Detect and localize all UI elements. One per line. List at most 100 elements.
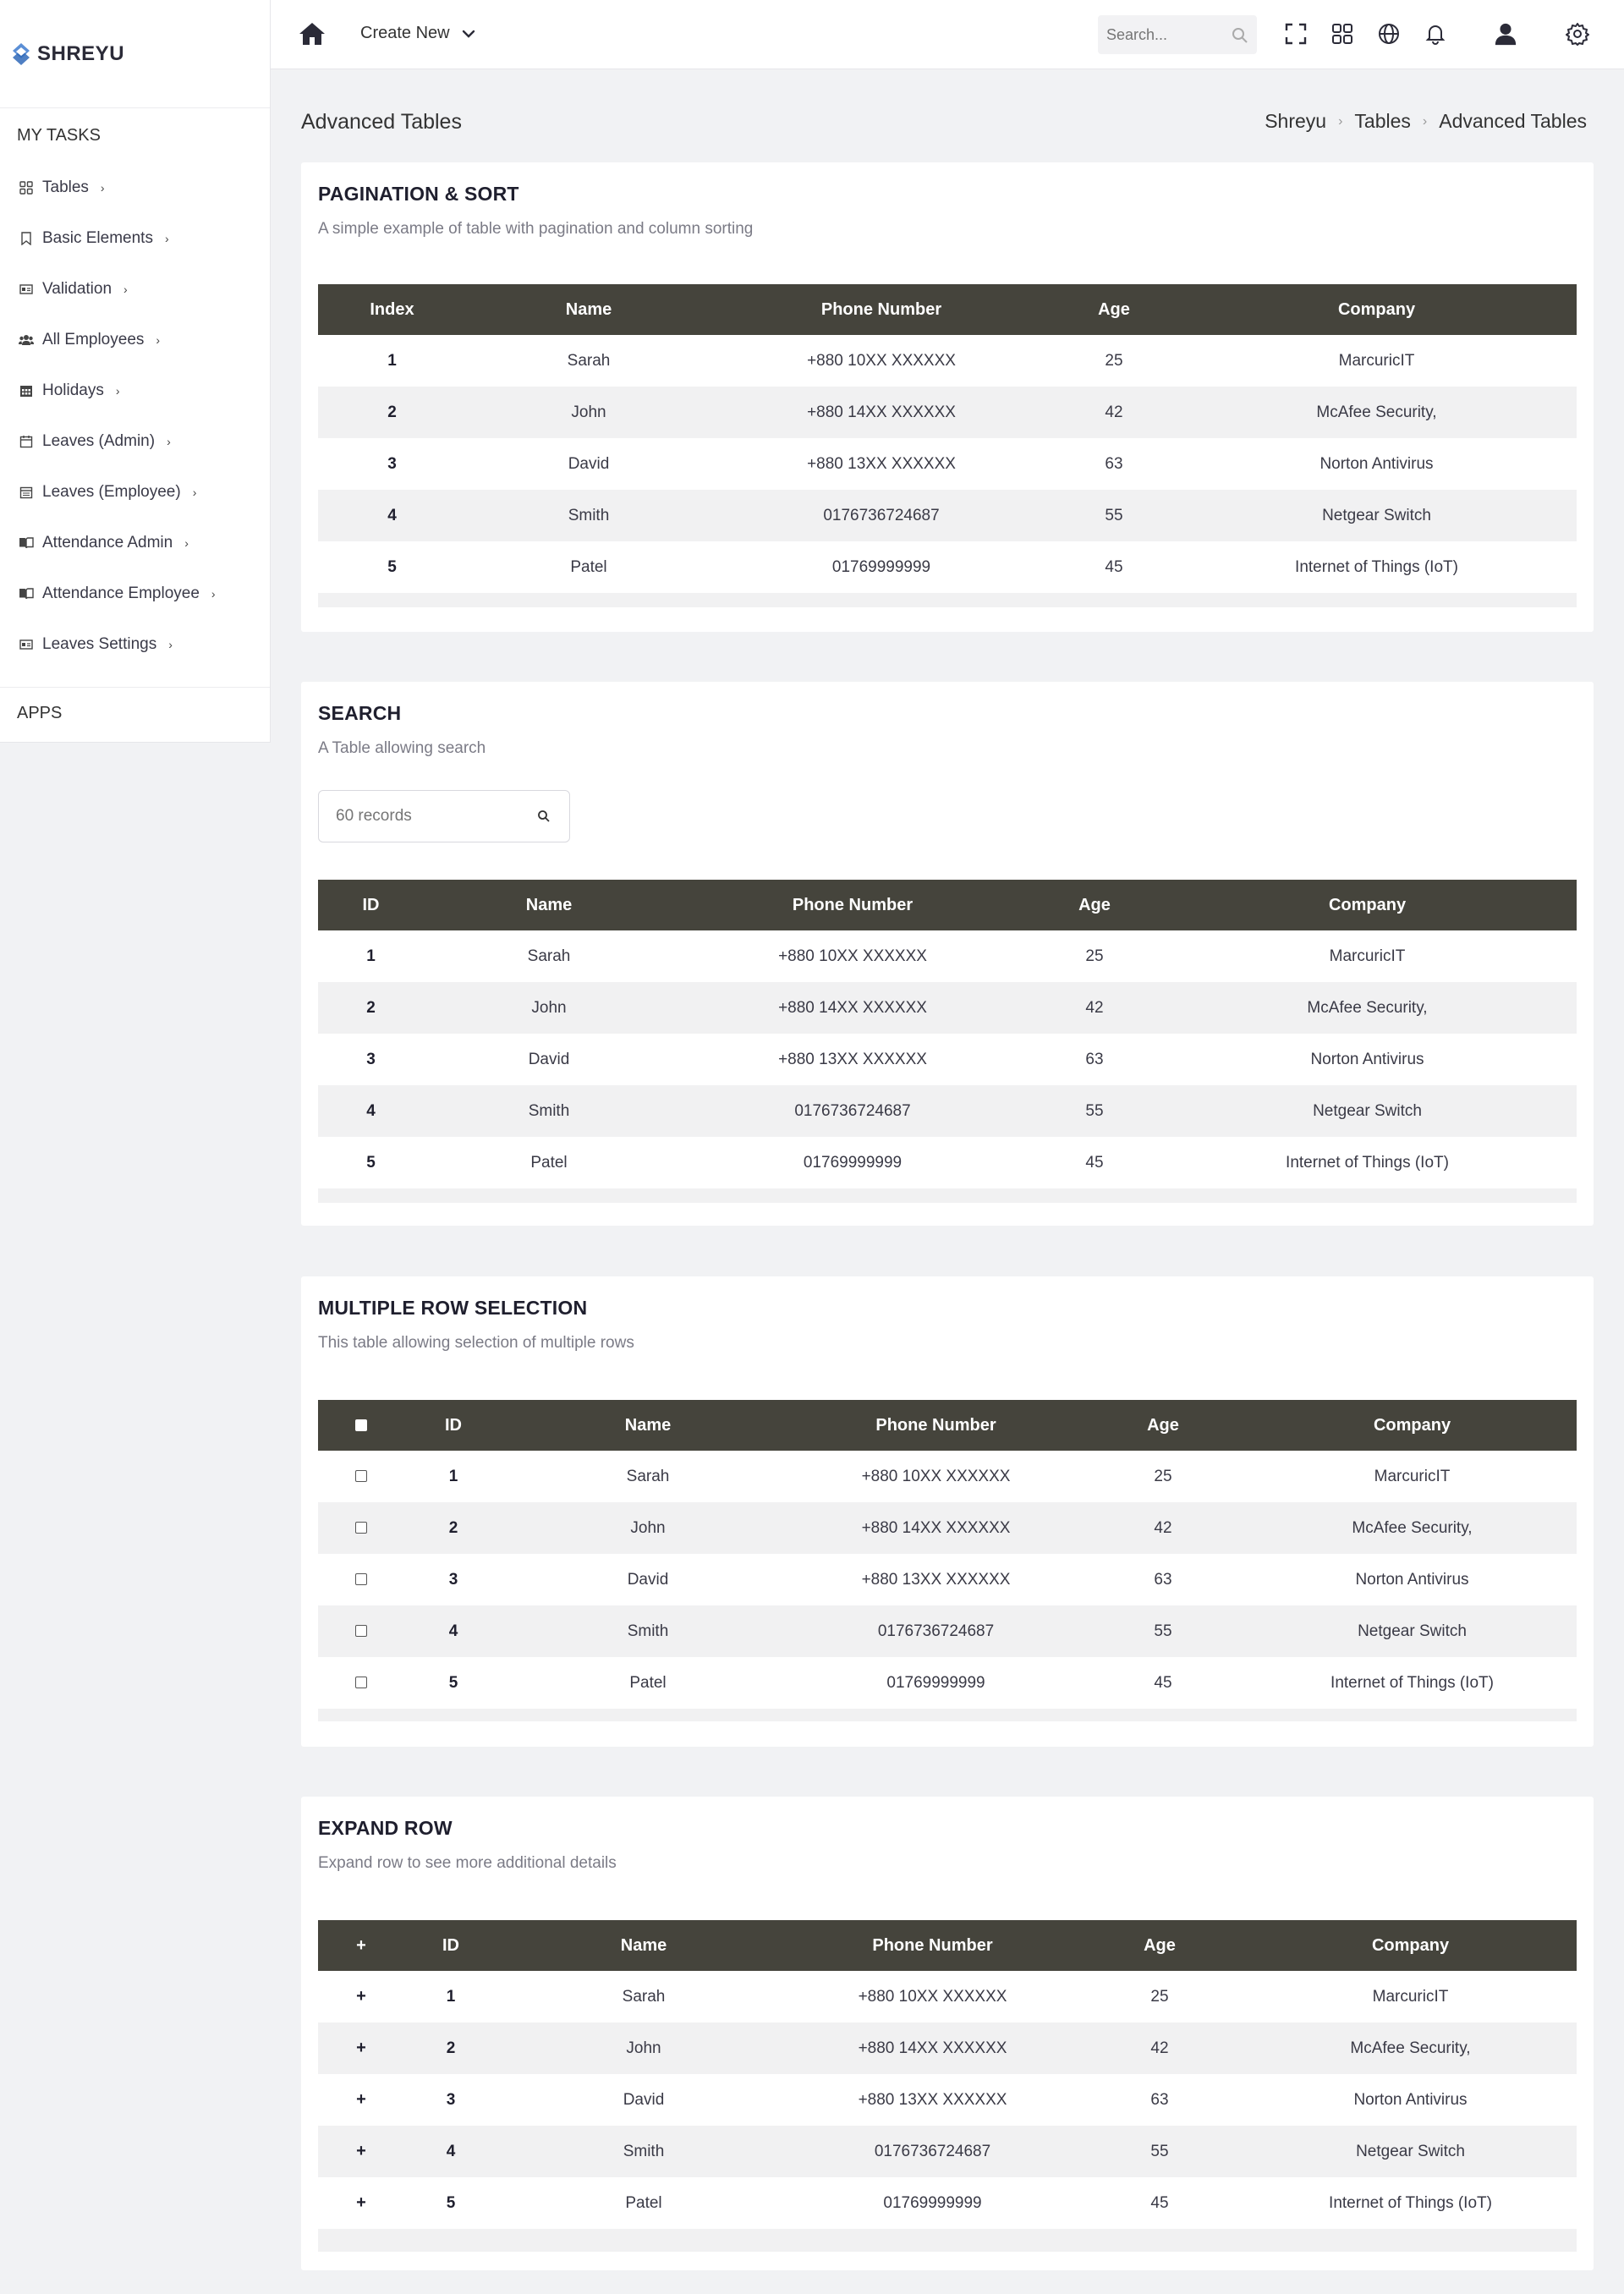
column-header-id[interactable]: ID — [404, 1400, 502, 1451]
table-header-row: ID Name Phone Number Age Company — [318, 1400, 1577, 1451]
column-header-index[interactable]: Index — [318, 284, 466, 335]
table-row[interactable]: 2 John +880 14XX XXXXXX 42 McAfee Security, — [318, 982, 1577, 1034]
table-row[interactable]: 4 Smith 0176736724687 55 Netgear Switch — [318, 1085, 1577, 1137]
table-row[interactable]: 3 David +880 13XX XXXXXX 63 Norton Antivirus — [318, 1034, 1577, 1085]
user-icon[interactable] — [1494, 22, 1517, 46]
breadcrumb-item-tables[interactable]: Tables — [1354, 110, 1410, 133]
search-table-wrap: ID Name Phone Number Age Company 1 Sarah +… — [318, 880, 1577, 1203]
table-row[interactable]: 5 Patel 01769999999 45 Internet of Things (I… — [318, 1137, 1577, 1188]
row-checkbox[interactable] — [355, 1625, 367, 1638]
table-row[interactable]: 3 David +880 13XX XXXXXX 63 Norton Antivirus — [318, 1554, 1577, 1605]
row-expand-toggle[interactable]: + — [356, 2193, 366, 2212]
table-row[interactable]: 5 Patel 01769999999 45 Internet of Things (I… — [318, 1657, 1577, 1709]
table-row[interactable]: 1 Sarah +880 10XX XXXXXX 25 MarcuricIT — [318, 1451, 1577, 1502]
table-row[interactable] — [318, 593, 1577, 607]
table-row[interactable]: 3 David +880 13XX XXXXXX 63 Norton Antivirus — [318, 438, 1577, 490]
fullscreen-icon[interactable] — [1284, 22, 1308, 46]
sidebar-item-leaves-settings[interactable]: Leaves Settings › — [0, 619, 270, 670]
cell-age: 25 — [1150, 1987, 1169, 2006]
table-row[interactable]: 4 Smith 0176736724687 55 Netgear Switch — [318, 1605, 1577, 1657]
expand-all-toggle[interactable]: + — [356, 1936, 366, 1955]
search-icon[interactable] — [537, 809, 551, 823]
select-all-checkbox[interactable] — [355, 1419, 367, 1432]
table-search-input[interactable] — [336, 807, 522, 826]
topbar-search[interactable] — [1098, 15, 1257, 54]
cell-name: Patel — [625, 2193, 662, 2212]
home-icon[interactable] — [298, 20, 326, 47]
column-header-name[interactable]: Name — [497, 1920, 790, 1971]
table-row[interactable]: 1 Sarah +880 10XX XXXXXX 25 MarcuricIT — [318, 930, 1577, 982]
apps-grid-icon[interactable] — [1330, 22, 1354, 46]
column-header-age[interactable]: Age — [1031, 880, 1158, 930]
column-header-company[interactable]: Company — [1248, 1400, 1577, 1451]
expand-table-wrap: + ID Name Phone Number Age Company +1 Sar… — [318, 1920, 1577, 2252]
table-row[interactable]: +2 John +880 14XX XXXXXX 42 McAfee Security, — [318, 2022, 1577, 2074]
table-row[interactable]: 2 John +880 14XX XXXXXX 42 McAfee Security, — [318, 387, 1577, 438]
sidebar-item-leaves-employee[interactable]: Leaves (Employee) › — [0, 467, 270, 518]
column-header-age[interactable]: Age — [1078, 1400, 1248, 1451]
cell-id: 1 — [387, 351, 397, 370]
search-icon[interactable] — [1232, 27, 1248, 44]
table-row[interactable]: +1 Sarah +880 10XX XXXXXX 25 MarcuricIT — [318, 1971, 1577, 2022]
book-open-icon — [19, 535, 34, 551]
cell-id: 3 — [446, 2090, 456, 2109]
cell-age: 63 — [1150, 2090, 1169, 2109]
table-row[interactable]: +3 David +880 13XX XXXXXX 63 Norton Antiviru… — [318, 2074, 1577, 2126]
table-search[interactable] — [318, 790, 570, 842]
row-checkbox[interactable] — [355, 1677, 367, 1689]
sidebar-item-attendance-employee[interactable]: Attendance Employee › — [0, 568, 270, 619]
row-select-cell — [318, 1657, 404, 1709]
table-row[interactable]: 2 John +880 14XX XXXXXX 42 McAfee Security, — [318, 1502, 1577, 1554]
sidebar-item-leaves-admin[interactable]: Leaves (Admin) › — [0, 416, 270, 467]
select-all-cell — [318, 1400, 404, 1451]
create-new-dropdown[interactable]: Create New — [360, 24, 475, 43]
row-expand-toggle[interactable]: + — [356, 1987, 366, 2006]
column-header-phone[interactable]: Phone Number — [793, 1400, 1078, 1451]
column-header-age[interactable]: Age — [1051, 284, 1177, 335]
column-header-phone[interactable]: Phone Number — [711, 284, 1051, 335]
row-expand-toggle[interactable]: + — [356, 2039, 366, 2057]
table-row[interactable]: +4 Smith 0176736724687 55 Netgear Switch — [318, 2126, 1577, 2177]
cell-id: 3 — [448, 1570, 458, 1589]
column-header-phone[interactable]: Phone Number — [790, 1920, 1075, 1971]
sidebar-item-all-employees[interactable]: All Employees › — [0, 315, 270, 365]
column-header-company[interactable]: Company — [1244, 1920, 1577, 1971]
breadcrumb-item-home[interactable]: Shreyu — [1265, 110, 1326, 133]
table-row[interactable] — [318, 1709, 1577, 1721]
row-select-cell — [318, 1605, 404, 1657]
column-header-id[interactable]: ID — [318, 880, 424, 930]
row-checkbox[interactable] — [355, 1573, 367, 1586]
cell-age: 42 — [1078, 1502, 1248, 1554]
column-header-company[interactable]: Company — [1177, 284, 1577, 335]
column-header-id[interactable]: ID — [404, 1920, 497, 1971]
column-header-name[interactable]: Name — [466, 284, 711, 335]
column-header-name[interactable]: Name — [424, 880, 674, 930]
topbar-search-input[interactable] — [1106, 25, 1225, 44]
column-header-name[interactable]: Name — [502, 1400, 793, 1451]
globe-icon[interactable] — [1377, 22, 1401, 46]
sidebar-item-holidays[interactable]: Holidays › — [0, 365, 270, 416]
row-checkbox[interactable] — [355, 1470, 367, 1483]
sidebar-item-basic-elements[interactable]: Basic Elements › — [0, 213, 270, 264]
gear-icon[interactable] — [1566, 22, 1589, 46]
column-header-age[interactable]: Age — [1075, 1920, 1244, 1971]
row-checkbox[interactable] — [355, 1522, 367, 1534]
bell-icon[interactable] — [1424, 22, 1447, 46]
table-row[interactable]: 1 Sarah +880 10XX XXXXXX 25 MarcuricIT — [318, 335, 1577, 387]
row-expand-toggle[interactable]: + — [356, 2142, 366, 2160]
sidebar-item-validation[interactable]: Validation › — [0, 264, 270, 315]
column-header-phone[interactable]: Phone Number — [674, 880, 1031, 930]
table-row[interactable]: 4 Smith 0176736724687 55 Netgear Switch — [318, 490, 1577, 541]
table-row[interactable]: +5 Patel 01769999999 45 Internet of Things (… — [318, 2177, 1577, 2229]
column-header-company[interactable]: Company — [1158, 880, 1577, 930]
table-row[interactable] — [318, 1188, 1577, 1203]
topbar: Create New — [271, 0, 1624, 69]
logo[interactable]: SHREYU — [0, 0, 270, 108]
row-expand-toggle[interactable]: + — [356, 2090, 366, 2109]
sidebar-item-attendance-admin[interactable]: Attendance Admin › — [0, 518, 270, 568]
sidebar-item-tables[interactable]: Tables › — [0, 162, 270, 213]
cell-id: 4 — [318, 1085, 424, 1137]
cell-company: Netgear Switch — [1244, 2126, 1577, 2177]
table-row[interactable]: 5 Patel 01769999999 45 Internet of Things (I… — [318, 541, 1577, 593]
table-row[interactable] — [318, 2229, 1577, 2252]
